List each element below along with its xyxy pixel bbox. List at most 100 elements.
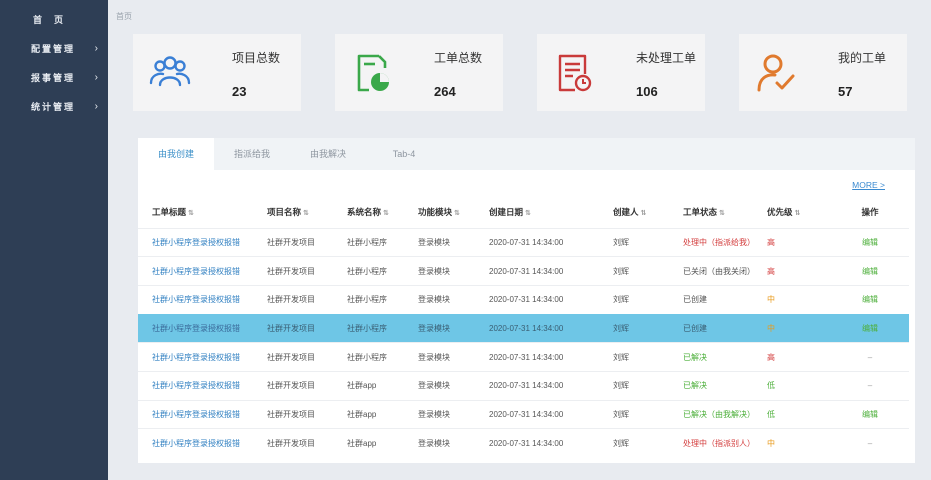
cell-project: 社群开发项目 — [267, 227, 347, 257]
card-value: 23 — [232, 84, 247, 99]
cell-title[interactable]: 社群小程序登录授权报错 — [138, 227, 267, 257]
cell-system: 社群app — [347, 428, 418, 458]
cell-title[interactable]: 社群小程序登录授权报错 — [138, 370, 267, 401]
cell-title[interactable]: 社群小程序登录授权报错 — [138, 342, 267, 372]
cell-project: 社群开发项目 — [267, 314, 347, 343]
sidebar-item-label: 统计管理 — [31, 101, 76, 112]
cell-status: 处理中（指派给我） — [683, 227, 767, 257]
cell-creator: 刘辉 — [613, 342, 683, 372]
table-row[interactable]: 社群小程序登录授权报错 社群开发项目 社群小程序 登录模块 2020-07-31… — [138, 256, 909, 286]
user-check-icon — [757, 54, 795, 92]
table-row[interactable]: 社群小程序登录授权报错 社群开发项目 社群app 登录模块 2020-07-31… — [138, 428, 909, 458]
cell-status: 处理中（指派别人） — [683, 428, 767, 458]
column-header-system[interactable]: 系统名称 ⇅ — [347, 197, 418, 228]
table-row-selected[interactable]: 社群小程序登录授权报错 社群开发项目 社群小程序 登录模块 2020-07-31… — [138, 314, 909, 343]
column-header-date[interactable]: 创建日期 ⇅ — [489, 197, 613, 228]
action-placeholder: – — [867, 352, 873, 362]
sort-icon: ⇅ — [303, 210, 309, 218]
sidebar-item-reports[interactable]: 报事管理 › — [0, 66, 108, 88]
cell-system: 社群小程序 — [347, 256, 418, 286]
card-value: 264 — [434, 84, 456, 99]
edit-button[interactable]: 编辑 — [862, 238, 878, 247]
cell-priority: 中 — [767, 284, 831, 315]
edit-button[interactable]: 编辑 — [862, 410, 878, 419]
cell-project: 社群开发项目 — [267, 256, 347, 286]
stat-card-projects[interactable]: 项目总数 23 — [133, 34, 301, 111]
cell-date: 2020-07-31 14:34:00 — [489, 399, 613, 429]
column-header-project[interactable]: 项目名称 ⇅ — [267, 197, 347, 228]
cell-title[interactable]: 社群小程序登录授权报错 — [138, 314, 267, 343]
ticket-table: 工单标题 ⇅ 项目名称 ⇅ 系统名称 ⇅ 功能模块 ⇅ 创建日期 ⇅ 创建人 ⇅ 工单状态 ⇅… — [138, 197, 909, 458]
sort-icon: ⇅ — [525, 210, 531, 218]
cell-creator: 刘辉 — [613, 370, 683, 401]
cell-project: 社群开发项目 — [267, 342, 347, 372]
edit-button[interactable]: 编辑 — [862, 324, 878, 333]
cell-title[interactable]: 社群小程序登录授权报错 — [138, 428, 267, 458]
column-header-title[interactable]: 工单标题 ⇅ — [138, 197, 267, 228]
cell-date: 2020-07-31 14:34:00 — [489, 342, 613, 372]
tab-bar: 由我创建 指派给我 由我解决 Tab-4 — [138, 138, 915, 170]
cell-system: 社群app — [347, 370, 418, 401]
cell-status: 已解决 — [683, 370, 767, 401]
cell-creator: 刘辉 — [613, 428, 683, 458]
cell-creator: 刘辉 — [613, 227, 683, 257]
card-title: 未处理工单 — [636, 51, 697, 65]
more-link[interactable]: MORE > — [852, 180, 885, 190]
cell-priority: 低 — [767, 399, 831, 429]
cell-title[interactable]: 社群小程序登录授权报错 — [138, 284, 267, 315]
tab-created-by-me[interactable]: 由我创建 — [138, 138, 214, 170]
document-chart-icon — [357, 54, 389, 92]
cell-title[interactable]: 社群小程序登录授权报错 — [138, 399, 267, 429]
sidebar: 首页 配置管理 › 报事管理 › 统计管理 › — [0, 0, 108, 480]
cell-status: 已解决 — [683, 342, 767, 372]
cell-date: 2020-07-31 14:34:00 — [489, 370, 613, 401]
cell-module: 登录模块 — [418, 256, 489, 286]
stat-card-tickets[interactable]: 工单总数 264 — [335, 34, 503, 111]
table-row[interactable]: 社群小程序登录授权报错 社群开发项目 社群小程序 登录模块 2020-07-31… — [138, 284, 909, 315]
edit-button[interactable]: 编辑 — [862, 295, 878, 304]
tab-4[interactable]: Tab-4 — [366, 138, 442, 170]
cell-creator: 刘辉 — [613, 314, 683, 343]
chevron-right-icon: › — [94, 71, 98, 83]
column-header-status[interactable]: 工单状态 ⇅ — [683, 197, 767, 228]
cell-priority: 中 — [767, 314, 831, 343]
cell-project: 社群开发项目 — [267, 428, 347, 458]
card-title: 项目总数 — [232, 51, 281, 65]
cell-system: 社群app — [347, 399, 418, 429]
cell-system: 社群小程序 — [347, 342, 418, 372]
column-header-priority[interactable]: 优先级 ⇅ — [767, 197, 831, 228]
sidebar-item-config[interactable]: 配置管理 › — [0, 37, 108, 59]
cell-creator: 刘辉 — [613, 256, 683, 286]
sort-icon: ⇅ — [383, 210, 389, 218]
table-row[interactable]: 社群小程序登录授权报错 社群开发项目 社群app 登录模块 2020-07-31… — [138, 399, 909, 429]
cell-priority: 高 — [767, 342, 831, 372]
cell-priority: 高 — [767, 227, 831, 257]
card-title: 工单总数 — [434, 51, 483, 65]
cell-project: 社群开发项目 — [267, 370, 347, 401]
stat-card-unprocessed[interactable]: 未处理工单 106 — [537, 34, 705, 111]
table-row[interactable]: 社群小程序登录授权报错 社群开发项目 社群小程序 登录模块 2020-07-31… — [138, 227, 909, 257]
cell-date: 2020-07-31 14:34:00 — [489, 284, 613, 315]
stat-card-my-tickets[interactable]: 我的工单 57 — [739, 34, 907, 111]
cell-status: 已解决（由我解决） — [683, 399, 767, 429]
tab-assigned-to-me[interactable]: 指派给我 — [214, 138, 290, 170]
users-icon — [149, 56, 191, 87]
sidebar-item-statistics[interactable]: 统计管理 › — [0, 95, 108, 117]
tab-resolved-by-me[interactable]: 由我解决 — [290, 138, 366, 170]
column-header-action: 操作 — [861, 207, 879, 218]
breadcrumb: 首页 — [116, 12, 132, 21]
main-content: 首页 项目总数 23 工单总数 264 未处理工单 106 我的工单 57 由我… — [108, 0, 931, 480]
cell-system: 社群小程序 — [347, 314, 418, 343]
cell-title[interactable]: 社群小程序登录授权报错 — [138, 256, 267, 286]
edit-button[interactable]: 编辑 — [862, 267, 878, 276]
column-header-creator[interactable]: 创建人 ⇅ — [613, 197, 683, 228]
column-header-module[interactable]: 功能模块 ⇅ — [418, 197, 489, 228]
table-row[interactable]: 社群小程序登录授权报错 社群开发项目 社群小程序 登录模块 2020-07-31… — [138, 342, 909, 372]
sidebar-item-label: 配置管理 — [31, 43, 76, 54]
sidebar-menu: 配置管理 › 报事管理 › 统计管理 › — [0, 37, 108, 124]
sidebar-item-home[interactable]: 首页 — [0, 8, 108, 30]
cell-system: 社群小程序 — [347, 284, 418, 315]
cell-creator: 刘辉 — [613, 284, 683, 315]
sort-icon: ⇅ — [188, 210, 194, 218]
table-row[interactable]: 社群小程序登录授权报错 社群开发项目 社群app 登录模块 2020-07-31… — [138, 370, 909, 401]
